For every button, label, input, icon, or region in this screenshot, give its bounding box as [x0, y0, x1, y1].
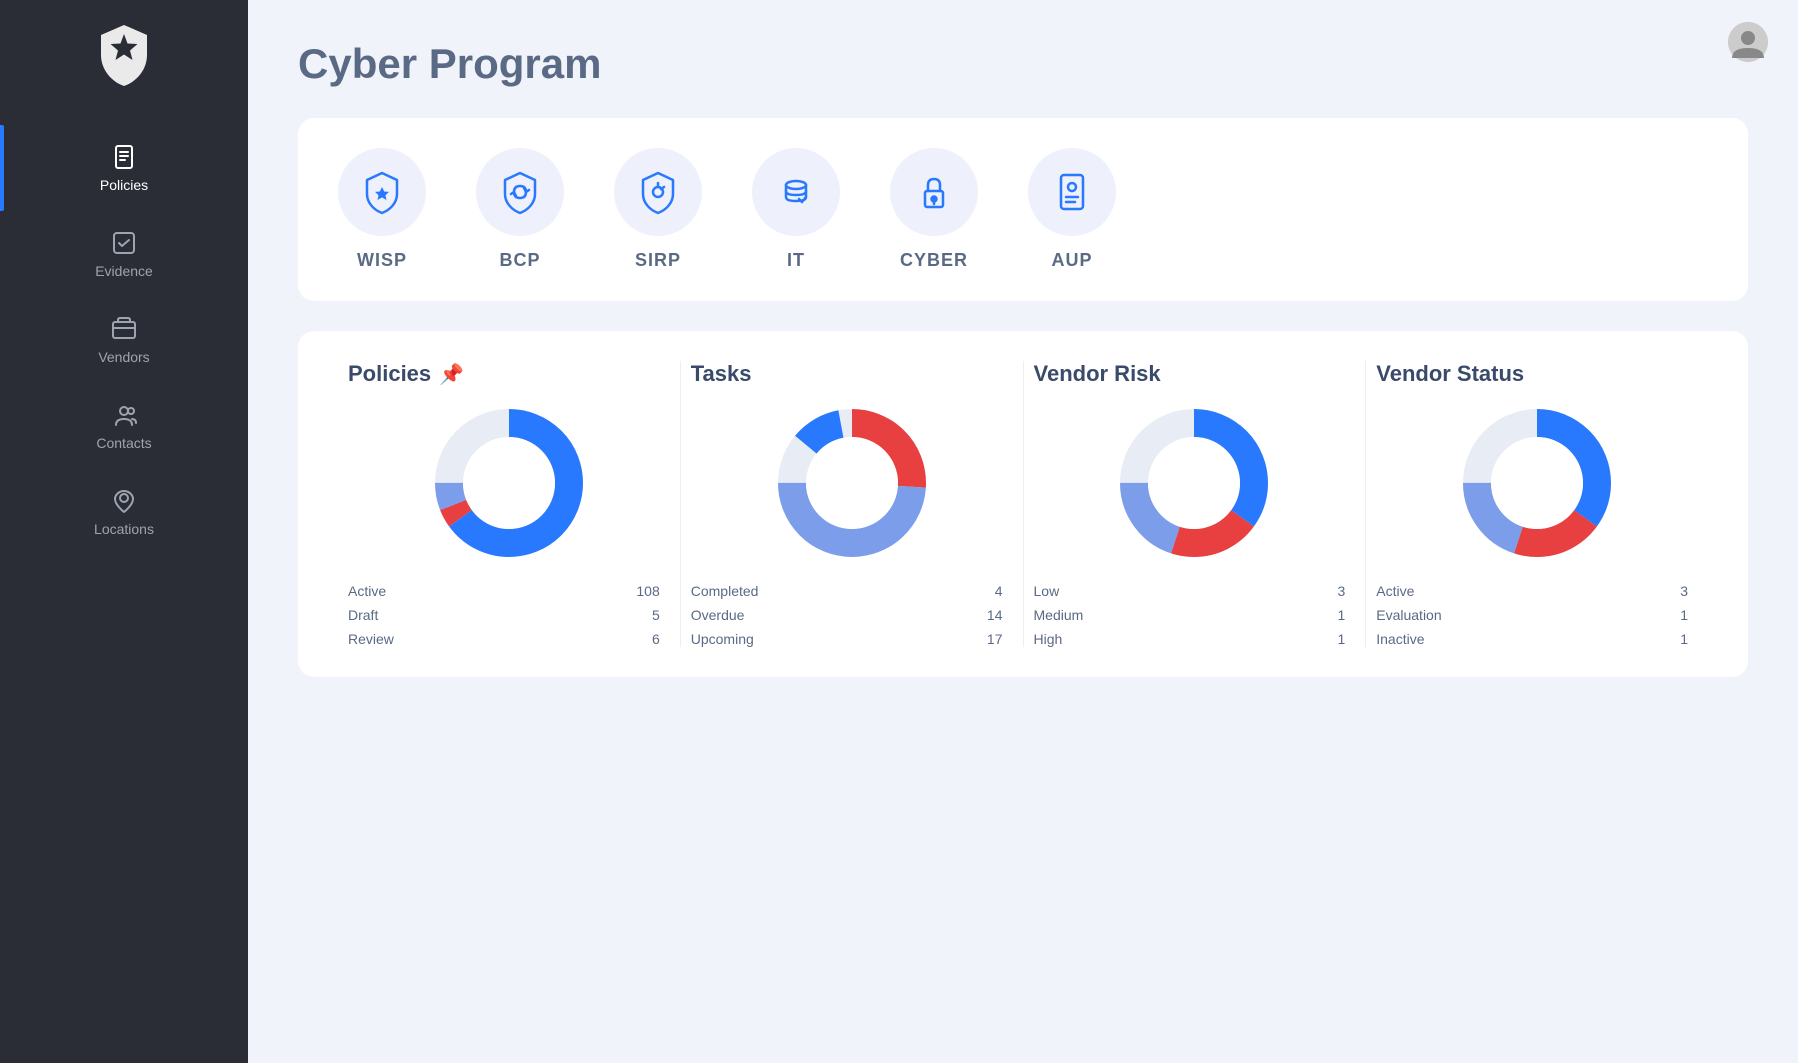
- legend-row-vs-active: Active 3: [1376, 583, 1708, 599]
- sidebar-item-locations-label: Locations: [94, 521, 154, 537]
- sidebar-item-vendors[interactable]: Vendors: [0, 297, 248, 383]
- policies-donut: [429, 403, 589, 563]
- chart-tasks: Tasks Completed 4: [680, 361, 1023, 647]
- legend-row-medium: Medium 1: [1034, 607, 1366, 623]
- legend-row-review: Review 6: [348, 631, 680, 647]
- vendor-status-legend: Active 3 Evaluation 1 Inactive 1: [1366, 583, 1708, 647]
- wisp-icon-bg: [338, 148, 426, 236]
- wisp-label: WISP: [357, 250, 407, 271]
- vendor-risk-legend: Low 3 Medium 1 High 1: [1024, 583, 1366, 647]
- legend-row-evaluation: Evaluation 1: [1376, 607, 1708, 623]
- sidebar-item-vendors-label: Vendors: [98, 349, 149, 365]
- legend-row-inactive: Inactive 1: [1376, 631, 1708, 647]
- cyber-label: CYBER: [900, 250, 968, 271]
- aup-label: AUP: [1051, 250, 1092, 271]
- policy-card-aup[interactable]: AUP: [1028, 148, 1116, 271]
- tasks-chart-title: Tasks: [681, 361, 752, 387]
- sidebar-item-contacts[interactable]: Contacts: [0, 383, 248, 469]
- policy-card-it[interactable]: IT: [752, 148, 840, 271]
- tasks-donut: [772, 403, 932, 563]
- sidebar-nav: Policies Evidence Vendors: [0, 125, 248, 555]
- sidebar-item-locations[interactable]: Locations: [0, 469, 248, 555]
- vendor-status-title: Vendor Status: [1366, 361, 1524, 387]
- chart-vendor-status: Vendor Status Active 3: [1365, 361, 1708, 647]
- charts-section: Policies 📌 Active: [298, 331, 1748, 677]
- sidebar-item-evidence-label: Evidence: [95, 263, 153, 279]
- legend-row-high: High 1: [1034, 631, 1366, 647]
- chart-vendor-risk: Vendor Risk Low 3: [1023, 361, 1366, 647]
- user-avatar[interactable]: [1728, 22, 1768, 62]
- pin-icon: 📌: [439, 362, 464, 387]
- page-title: Cyber Program: [298, 40, 1748, 88]
- vendor-risk-donut: [1114, 403, 1274, 563]
- sidebar-item-contacts-label: Contacts: [96, 435, 151, 451]
- main-content: Cyber Program WISP: [248, 0, 1798, 1063]
- policies-chart-title: Policies 📌: [338, 361, 464, 387]
- sidebar: Policies Evidence Vendors: [0, 0, 248, 1063]
- chart-policies: Policies 📌 Active: [338, 361, 680, 647]
- legend-row-draft: Draft 5: [348, 607, 680, 623]
- it-label: IT: [787, 250, 805, 271]
- policy-cards-section: WISP BCP: [298, 118, 1748, 301]
- it-icon-bg: [752, 148, 840, 236]
- policy-card-bcp[interactable]: BCP: [476, 148, 564, 271]
- policy-card-sirp[interactable]: SIRP: [614, 148, 702, 271]
- bcp-icon-bg: [476, 148, 564, 236]
- vendor-risk-title: Vendor Risk: [1024, 361, 1161, 387]
- bcp-label: BCP: [499, 250, 540, 271]
- tasks-legend: Completed 4 Overdue 14 Upcoming 17: [681, 583, 1023, 647]
- policies-legend: Active 108 Draft 5 Review 6: [338, 583, 680, 647]
- cyber-icon-bg: [890, 148, 978, 236]
- aup-icon-bg: [1028, 148, 1116, 236]
- sirp-icon-bg: [614, 148, 702, 236]
- vendor-status-donut: [1457, 403, 1617, 563]
- legend-row-overdue: Overdue 14: [691, 607, 1023, 623]
- policy-card-wisp[interactable]: WISP: [338, 148, 426, 271]
- sidebar-item-policies-label: Policies: [100, 177, 148, 193]
- legend-row-upcoming: Upcoming 17: [691, 631, 1023, 647]
- policy-card-cyber[interactable]: CYBER: [890, 148, 978, 271]
- sidebar-item-evidence[interactable]: Evidence: [0, 211, 248, 297]
- legend-row-active: Active 108: [348, 583, 680, 599]
- legend-row-low: Low 3: [1034, 583, 1366, 599]
- legend-row-completed: Completed 4: [691, 583, 1023, 599]
- sidebar-item-policies[interactable]: Policies: [0, 125, 248, 211]
- sirp-label: SIRP: [635, 250, 681, 271]
- app-logo[interactable]: [89, 20, 159, 95]
